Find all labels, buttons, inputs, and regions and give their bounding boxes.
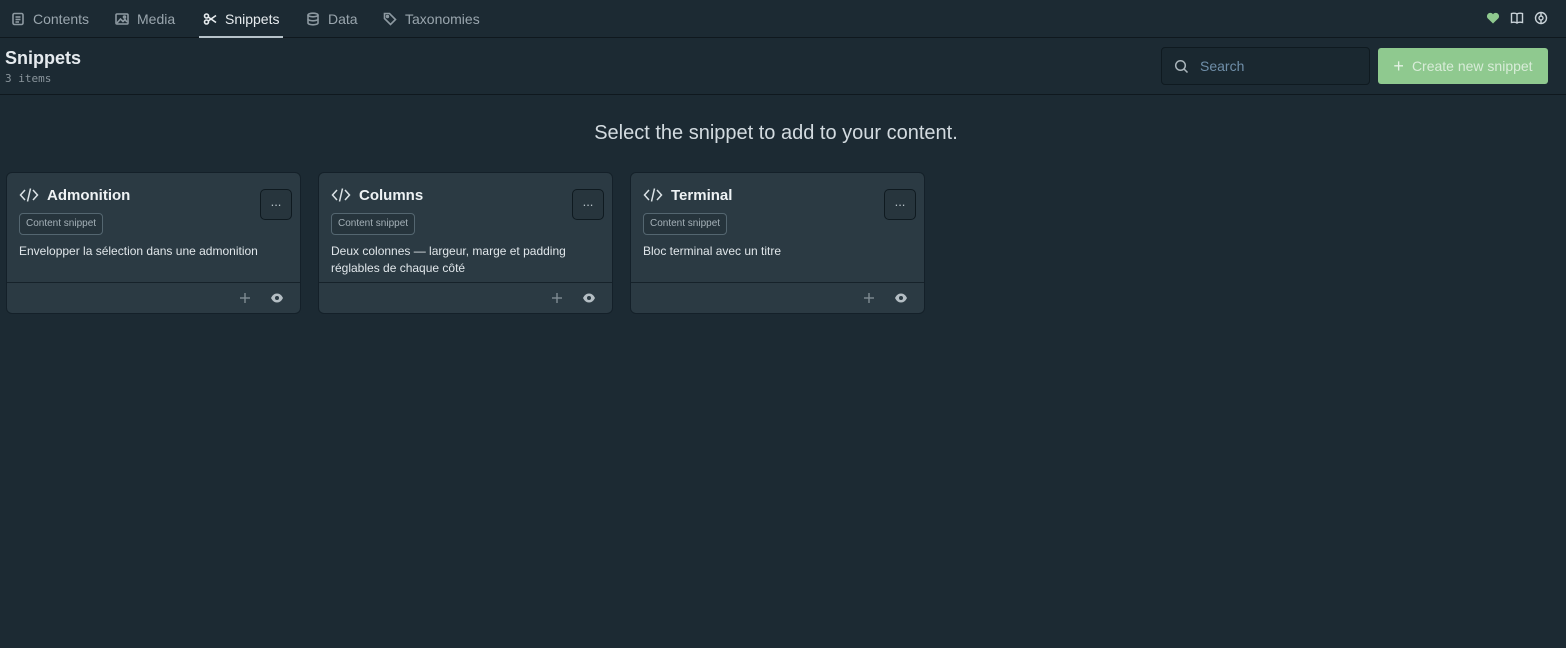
tab-media[interactable]: Media: [115, 0, 175, 37]
scissors-icon: [203, 12, 217, 25]
tab-contents-label: Contents: [33, 10, 90, 27]
tab-taxonomies[interactable]: Taxonomies: [383, 0, 480, 37]
tab-contents[interactable]: Contents: [11, 0, 89, 37]
snippet-badge: Content snippet: [19, 213, 104, 235]
heart-icon[interactable]: [1486, 11, 1500, 25]
page-title: Snippets: [5, 48, 82, 68]
plus-icon[interactable]: [862, 291, 876, 305]
code-icon: [643, 188, 663, 202]
search-input[interactable]: [1200, 48, 1365, 84]
snippet-card-footer: [631, 282, 924, 313]
database-icon: [307, 11, 319, 26]
tab-snippets-label: Snippets: [225, 10, 280, 27]
create-snippet-label: Create new snippet: [1411, 58, 1533, 74]
tab-taxonomies-label: Taxonomies: [405, 10, 480, 27]
tab-data-label: Data: [328, 10, 358, 27]
snippet-title: Admonition: [47, 187, 131, 204]
settings-icon[interactable]: [1534, 11, 1548, 25]
file-text-icon: [12, 12, 24, 25]
eye-icon[interactable]: [270, 291, 284, 305]
plus-icon[interactable]: [550, 291, 564, 305]
snippet-menu-button[interactable]: ...: [884, 189, 916, 220]
create-snippet-button[interactable]: + Create new snippet: [1378, 48, 1548, 84]
search-icon: [1174, 59, 1189, 74]
tab-data[interactable]: Data: [306, 0, 358, 37]
snippet-badge: Content snippet: [643, 213, 728, 235]
book-icon[interactable]: [1510, 11, 1524, 25]
tab-media-label: Media: [137, 10, 176, 27]
code-icon: [331, 188, 351, 202]
snippet-menu-button[interactable]: ...: [260, 189, 292, 220]
snippet-card-admonition[interactable]: Admonition Content snippet Envelopper la…: [6, 172, 301, 314]
snippet-card-columns[interactable]: Columns Content snippet Deux colonnes — …: [318, 172, 613, 314]
snippet-description: Envelopper la sélection dans une admonit…: [19, 244, 258, 258]
code-icon: [19, 188, 39, 202]
search-box[interactable]: [1161, 47, 1370, 85]
snippet-card-footer: [7, 282, 300, 313]
plus-icon[interactable]: [238, 291, 252, 305]
plus-icon: +: [1393, 56, 1404, 76]
eye-icon[interactable]: [894, 291, 908, 305]
snippet-badge: Content snippet: [331, 213, 416, 235]
snippet-description: Bloc terminal avec un titre: [643, 244, 782, 258]
item-count: 3 items: [5, 72, 52, 85]
tab-snippets[interactable]: Snippets: [198, 0, 284, 38]
snippet-title: Columns: [359, 187, 424, 204]
tag-icon: [383, 12, 397, 26]
top-right-icons: [1486, 11, 1548, 25]
snippet-card-footer: [319, 282, 612, 313]
image-icon: [115, 12, 129, 25]
instruction-text: Select the snippet to add to your conten…: [594, 122, 958, 144]
snippet-title: Terminal: [671, 187, 733, 204]
snippet-menu-button[interactable]: ...: [572, 189, 604, 220]
top-navigation: Contents Media Snippets Data Taxonomies: [0, 0, 1566, 38]
eye-icon[interactable]: [582, 291, 596, 305]
page-header: Snippets 3 items + Create new snippet: [0, 38, 1566, 95]
snippet-card-terminal[interactable]: Terminal Content snippet Bloc terminal a…: [630, 172, 925, 314]
snippet-description: Deux colonnes — largeur, marge et paddin…: [331, 244, 566, 275]
